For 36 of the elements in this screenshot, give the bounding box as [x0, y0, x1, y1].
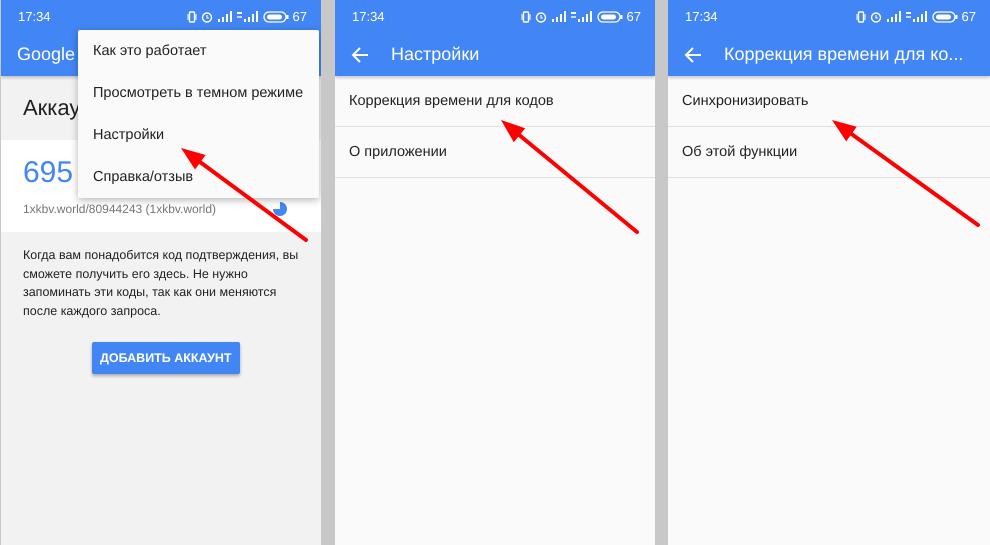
- section-title: Аккау: [23, 95, 80, 121]
- vibrate-icon: [856, 10, 866, 22]
- signal-icon: [236, 11, 259, 22]
- info-text: Когда вам понадобится код подтверждения, вы сможете получить его здесь. Не нужно запоминать эти коды, так как они меняются после каждого запроса.: [22, 247, 300, 320]
- signal-icon: [886, 11, 902, 22]
- signal-icon: [906, 11, 928, 22]
- app-title: Google: [17, 44, 76, 65]
- signal-icon: [550, 11, 567, 22]
- battery-icon: [262, 10, 289, 22]
- menu-item[interactable]: Справка/отзыв: [78, 156, 319, 198]
- back-arrow-icon[interactable]: [351, 46, 369, 64]
- menu-item[interactable]: Просмотреть в темном режиме: [78, 72, 319, 114]
- back-arrow-icon[interactable]: [684, 46, 702, 64]
- screen-title: Коррекция времени для ко...: [724, 44, 964, 65]
- alarm-icon: [870, 10, 882, 22]
- signal-icon: [570, 11, 593, 22]
- verification-code: 695: [23, 156, 74, 190]
- vibrate-icon: [186, 10, 197, 22]
- signal-icon: [216, 11, 233, 22]
- battery-level: 67: [962, 9, 976, 24]
- menu-item[interactable]: Как это работает: [78, 30, 319, 72]
- timer-icon: [273, 202, 287, 216]
- battery-icon: [932, 10, 958, 22]
- vibrate-icon: [520, 10, 531, 22]
- battery-icon: [596, 10, 623, 22]
- screen-title: Настройки: [391, 44, 480, 65]
- account-name: 1xkbv.world/80944243 (1xkbv.world): [23, 202, 216, 216]
- alarm-icon: [534, 10, 547, 22]
- battery-level: 67: [292, 9, 307, 24]
- alarm-icon: [200, 10, 213, 22]
- battery-level: 67: [626, 9, 641, 24]
- status-time: 17:34: [352, 9, 386, 24]
- status-time: 17:34: [18, 9, 52, 24]
- status-time: 17:34: [685, 9, 719, 24]
- add-account-button[interactable]: ДОБАВИТЬ АККАУНТ: [92, 342, 240, 374]
- menu-item[interactable]: Настройки: [78, 114, 319, 156]
